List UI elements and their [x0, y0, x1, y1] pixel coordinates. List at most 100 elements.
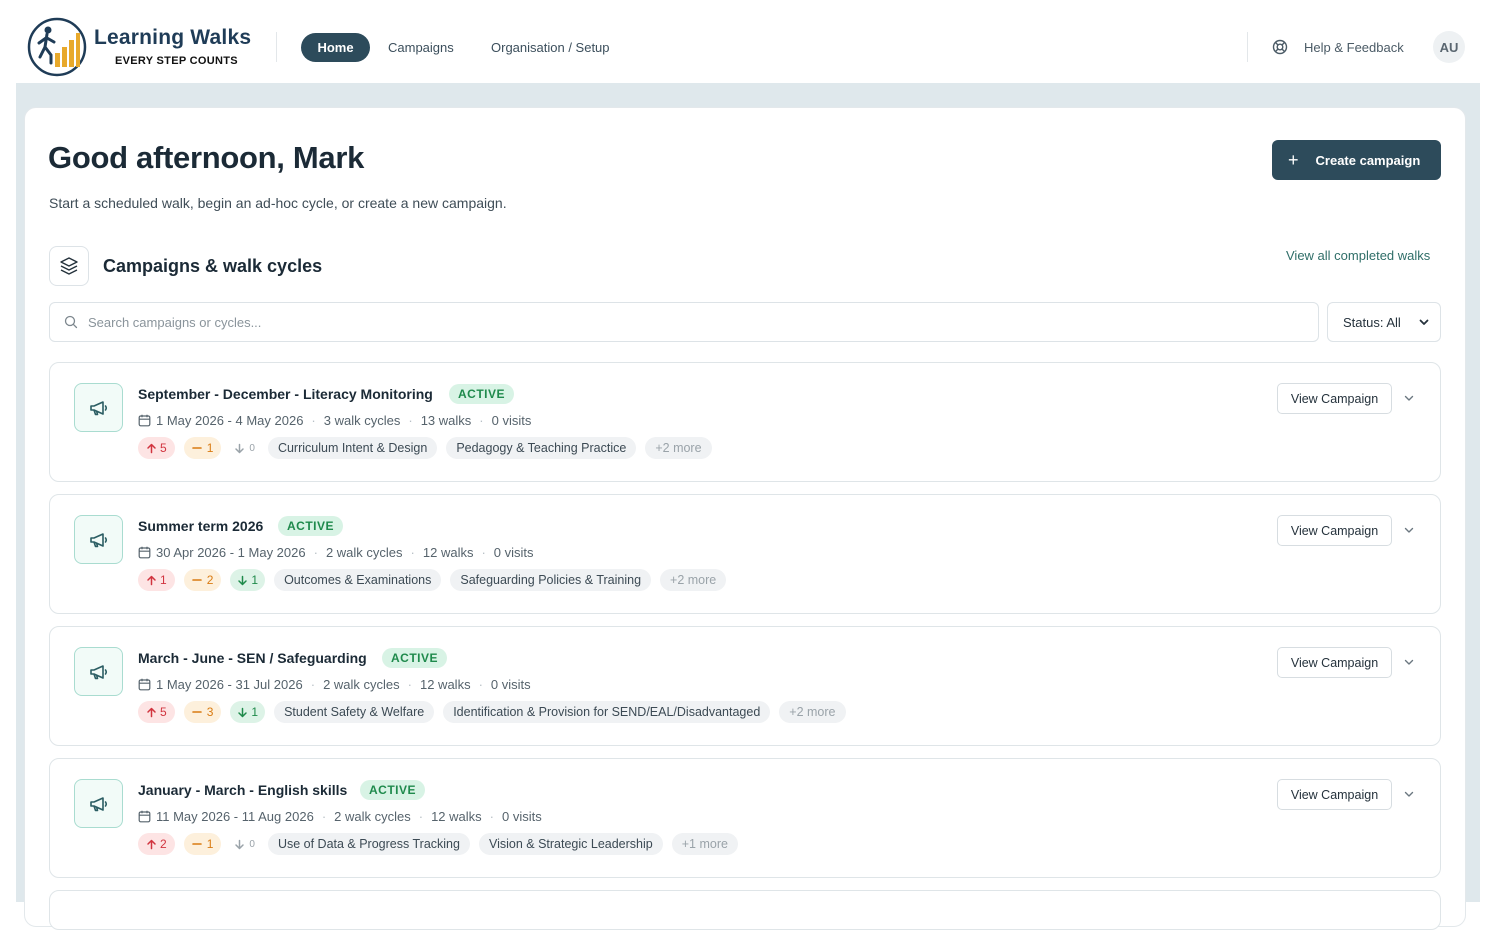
- campaign-walks: 12 walks: [419, 677, 471, 692]
- expand-chevron-icon[interactable]: [1402, 787, 1416, 806]
- steady-count: 1: [206, 837, 214, 851]
- megaphone-icon: [74, 383, 123, 432]
- campaign-visits: 0 visits: [493, 545, 534, 560]
- campaign-walks: 13 walks: [420, 413, 472, 428]
- calendar-icon: [138, 546, 156, 559]
- steady-count: 2: [206, 573, 214, 587]
- campaign-walks: 12 walks: [431, 809, 482, 824]
- more-tags-chip[interactable]: +2 more: [660, 569, 727, 591]
- declining-count: 1: [251, 705, 259, 719]
- arrow-down-icon: [237, 707, 248, 718]
- logo-icon: [27, 17, 87, 77]
- nav-home-tab[interactable]: Home: [301, 33, 370, 62]
- megaphone-icon: [74, 647, 123, 696]
- create-campaign-label: Create campaign: [1315, 152, 1421, 168]
- campaign-cycles: 2 walk cycles: [334, 809, 411, 824]
- more-tags-chip[interactable]: +2 more: [645, 437, 712, 459]
- improving-count: 5: [160, 441, 167, 455]
- arrow-up-icon: [146, 839, 157, 850]
- more-tags-chip[interactable]: +2 more: [779, 701, 846, 723]
- dash-icon: [191, 707, 202, 717]
- campaign-meta: 30 Apr 2026 - 1 May 2026 · 2 walk cycles · 1…: [138, 545, 534, 560]
- focus-tag: Identification & Provision for SEND/EAL/…: [443, 701, 771, 723]
- header-divider: [1247, 32, 1248, 62]
- megaphone-icon: [74, 779, 123, 828]
- declining-count-chip: 0: [230, 833, 259, 855]
- campaign-visits: 0 visits: [502, 809, 542, 824]
- arrow-up-icon: [146, 575, 157, 586]
- status-filter-value: Status: All: [1343, 314, 1401, 330]
- create-campaign-button[interactable]: + Create campaign: [1272, 140, 1441, 180]
- status-badge: ACTIVE: [449, 384, 515, 404]
- campaign-indicators: 2 1 0 Use of Data & Progress Tracking Vision…: [138, 833, 738, 855]
- focus-tag: Outcomes & Examinations: [274, 569, 442, 591]
- calendar-icon: [138, 678, 156, 691]
- improving-count: 5: [160, 705, 167, 719]
- campaign-cycles: 3 walk cycles: [323, 413, 401, 428]
- search-field[interactable]: [49, 302, 1319, 342]
- improving-count: 2: [160, 837, 167, 851]
- expand-chevron-icon[interactable]: [1402, 523, 1416, 542]
- view-campaign-button[interactable]: View Campaign: [1277, 779, 1392, 810]
- user-avatar[interactable]: AU: [1433, 31, 1465, 63]
- declining-count: 0: [249, 442, 255, 454]
- campaign-indicators: 5 3 1 Student Safety & Welfare Identificatio…: [138, 701, 846, 723]
- campaign-name[interactable]: January - March - English skills: [138, 782, 347, 798]
- megaphone-icon: [74, 515, 123, 564]
- dash-icon: [191, 839, 202, 849]
- improving-count-chip: 5: [138, 437, 175, 459]
- help-lifebuoy-icon[interactable]: [1272, 39, 1288, 55]
- section-title: Campaigns & walk cycles: [103, 256, 323, 276]
- view-campaign-button[interactable]: View Campaign: [1277, 383, 1392, 414]
- page-title: Good afternoon, Mark: [48, 140, 365, 175]
- declining-count: 1: [251, 573, 259, 587]
- layers-icon: [49, 246, 89, 286]
- expand-chevron-icon[interactable]: [1402, 391, 1416, 410]
- improving-count-chip: 5: [138, 701, 175, 723]
- view-campaign-button[interactable]: View Campaign: [1277, 515, 1392, 546]
- calendar-icon: [138, 414, 156, 427]
- page-subtitle: Start a scheduled walk, begin an ad-hoc …: [49, 195, 507, 211]
- campaign-dates: 30 Apr 2026 - 1 May 2026: [156, 545, 306, 560]
- plus-icon: +: [1288, 150, 1299, 170]
- expand-chevron-icon[interactable]: [1402, 655, 1416, 674]
- campaign-dates: 1 May 2026 - 31 Jul 2026: [156, 677, 303, 692]
- improving-count-chip: 1: [138, 569, 175, 591]
- campaign-card[interactable]: [49, 890, 1441, 930]
- view-all-completed-walks-link[interactable]: View all completed walks: [1286, 248, 1430, 263]
- campaign-card[interactable]: March - June - SEN / Safeguarding ACTIVE 1…: [49, 626, 1441, 746]
- help-feedback-link[interactable]: Help & Feedback: [1304, 40, 1404, 55]
- nav-campaigns-link[interactable]: Campaigns: [388, 40, 454, 55]
- declining-count: 0: [249, 838, 255, 850]
- arrow-down-icon: [237, 575, 248, 586]
- search-icon: [64, 315, 78, 329]
- campaign-card[interactable]: January - March - English skills ACTIVE 11…: [49, 758, 1441, 878]
- declining-count-chip: 1: [230, 569, 266, 591]
- campaign-cycles: 2 walk cycles: [323, 677, 400, 692]
- status-filter-select[interactable]: Status: All: [1327, 302, 1441, 342]
- campaign-card[interactable]: September - December - Literacy Monitori…: [49, 362, 1441, 482]
- brand-title: Learning Walks: [94, 26, 252, 49]
- arrow-down-icon: [234, 443, 245, 454]
- view-campaign-button[interactable]: View Campaign: [1277, 647, 1392, 678]
- campaign-meta: 1 May 2026 - 31 Jul 2026 · 2 walk cycles · 1…: [138, 677, 531, 692]
- campaign-name[interactable]: March - June - SEN / Safeguarding: [138, 650, 367, 666]
- campaign-name[interactable]: September - December - Literacy Monitori…: [138, 386, 433, 402]
- campaign-visits: 0 visits: [491, 413, 532, 428]
- improving-count: 1: [160, 573, 167, 587]
- campaign-meta: 11 May 2026 - 11 Aug 2026 · 2 walk cycles ·…: [138, 809, 542, 824]
- search-input[interactable]: [88, 314, 1288, 330]
- campaign-indicators: 1 2 1 Outcomes & Examinations Safeguarding P…: [138, 569, 727, 591]
- steady-count: 3: [206, 705, 214, 719]
- campaign-name[interactable]: Summer term 2026: [138, 518, 263, 534]
- focus-tag: Use of Data & Progress Tracking: [267, 833, 470, 855]
- steady-count-chip: 1: [183, 437, 222, 459]
- focus-tag: Safeguarding Policies & Training: [450, 569, 652, 591]
- chevron-down-icon: [1419, 319, 1429, 325]
- campaign-visits: 0 visits: [490, 677, 531, 692]
- focus-tag: Curriculum Intent & Design: [267, 437, 438, 459]
- campaign-card[interactable]: Summer term 2026 ACTIVE 30 Apr 2026 - 1 Ma…: [49, 494, 1441, 614]
- focus-tag: Student Safety & Welfare: [274, 701, 435, 723]
- nav-organisation-link[interactable]: Organisation / Setup: [491, 40, 610, 55]
- more-tags-chip[interactable]: +1 more: [671, 833, 738, 855]
